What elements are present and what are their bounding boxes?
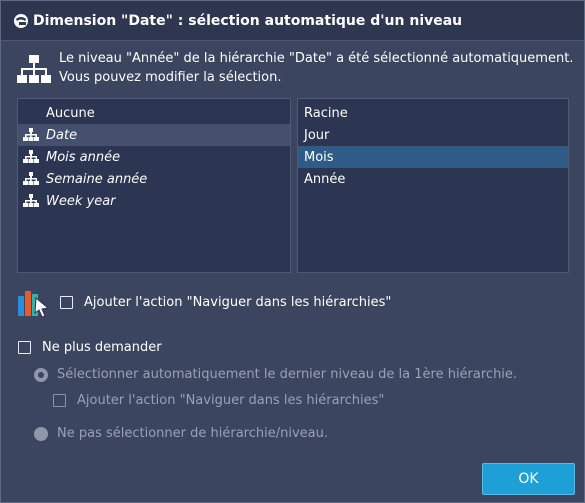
level-item-racine[interactable]: Racine (298, 102, 568, 124)
hierarchy-item-label: Semaine année (46, 171, 148, 187)
dont-ask-option[interactable]: Ne plus demander (18, 340, 162, 355)
info-message: Le niveau "Année" de la hiérarchie "Date… (17, 49, 573, 87)
hierarchy-item-label: Aucune (46, 105, 95, 121)
add-action-option[interactable]: Ajouter l'action "Naviguer dans les hiér… (60, 295, 391, 310)
dont-ask-checkbox[interactable] (18, 341, 31, 354)
dont-ask-label: Ne plus demander (42, 340, 162, 355)
add-action-checkbox[interactable] (60, 296, 73, 309)
no-selection-option[interactable]: Ne pas sélectionner de hiérarchie/niveau… (34, 426, 328, 441)
auto-last-level-option[interactable]: Sélectionner automatiquement le dernier … (34, 367, 517, 382)
sub-add-action-label: Ajouter l'action "Naviguer dans les hiér… (77, 393, 385, 408)
level-item-mois[interactable]: Mois (298, 146, 568, 168)
level-item-label: Racine (304, 105, 348, 121)
sub-add-action-option[interactable]: Ajouter l'action "Naviguer dans les hiér… (53, 393, 384, 408)
level-item-label: Mois (304, 149, 334, 165)
ok-button[interactable]: OK (482, 463, 575, 495)
hierarchy-item-label: Week year (46, 193, 116, 209)
hierarchy-item-mois-annee[interactable]: Mois année (18, 146, 290, 168)
level-selection-dialog: Dimension "Date" : sélection automatique… (0, 0, 585, 503)
hierarchy-item-semaine-annee[interactable]: Semaine année (18, 168, 290, 190)
dialog-titlebar: Dimension "Date" : sélection automatique… (1, 1, 584, 41)
hierarchy-list[interactable]: Aucune Date Mois année Semaine année Wee… (17, 98, 291, 273)
no-selection-radio[interactable] (34, 426, 48, 441)
auto-last-level-label: Sélectionner automatiquement le dernier … (57, 367, 518, 382)
hierarchy-icon (17, 55, 51, 83)
hierarchy-item-none[interactable]: Aucune (18, 102, 290, 124)
hierarchy-item-week-year[interactable]: Week year (18, 190, 290, 212)
dialog-title: Dimension "Date" : sélection automatique… (33, 12, 463, 29)
app-logo-icon (14, 13, 28, 28)
level-item-label: Année (304, 171, 346, 187)
auto-last-level-radio[interactable] (34, 367, 48, 382)
info-line-2: Vous pouvez modifier la sélection. (59, 70, 282, 85)
navigate-hierarchies-icon (18, 291, 50, 318)
sub-add-action-checkbox[interactable] (53, 394, 66, 407)
add-action-label: Ajouter l'action "Naviguer dans les hiér… (84, 295, 392, 310)
level-item-jour[interactable]: Jour (298, 124, 568, 146)
hierarchy-item-label: Date (46, 127, 78, 143)
level-item-annee[interactable]: Année (298, 168, 568, 190)
no-selection-label: Ne pas sélectionner de hiérarchie/niveau… (57, 426, 328, 441)
info-line-1: Le niveau "Année" de la hiérarchie "Date… (59, 51, 574, 66)
hierarchy-icon (23, 128, 39, 141)
hierarchy-icon (23, 150, 39, 163)
hierarchy-icon (23, 172, 39, 185)
hierarchy-item-date[interactable]: Date (18, 124, 290, 146)
hierarchy-icon (23, 194, 39, 207)
level-list[interactable]: Racine Jour Mois Année (297, 98, 569, 273)
hierarchy-item-label: Mois année (46, 149, 121, 165)
level-item-label: Jour (304, 127, 330, 143)
